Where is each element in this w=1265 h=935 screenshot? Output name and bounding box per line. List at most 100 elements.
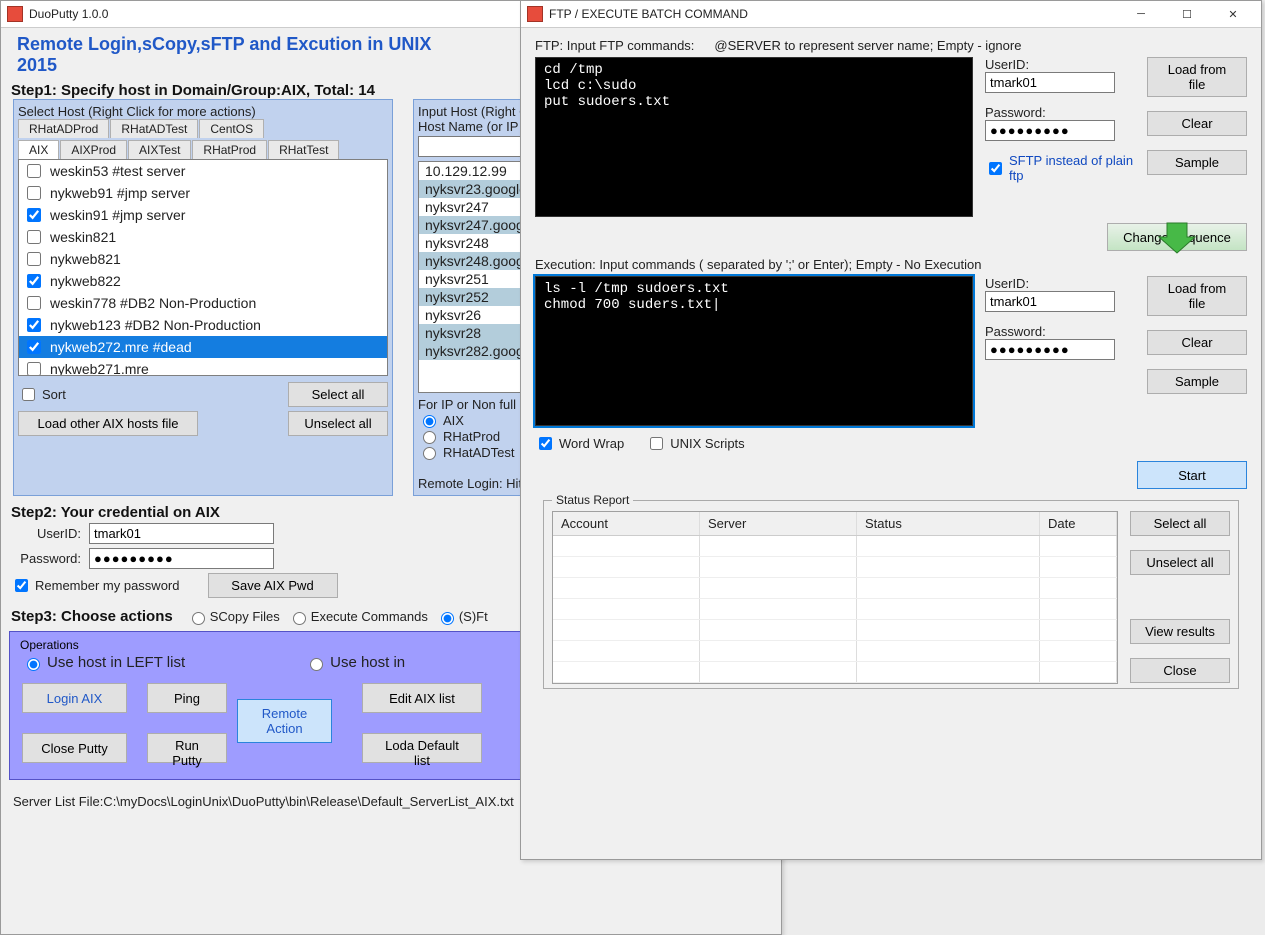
remember-password-checkbox[interactable] <box>15 579 28 592</box>
host-tabs-row2: AIXAIXProdAIXTestRHatProdRHatTest <box>18 140 388 159</box>
radio-rhatprod[interactable] <box>423 431 436 444</box>
host-tab[interactable]: CentOS <box>199 119 264 138</box>
ftp-sample-button[interactable]: Sample <box>1147 150 1247 175</box>
exec-password-input[interactable] <box>985 339 1115 360</box>
host-tab[interactable]: RHatTest <box>268 140 339 159</box>
userid-input[interactable] <box>89 523 274 544</box>
run-putty-button[interactable]: Run Putty <box>147 733 227 763</box>
host-tabs-row1: RHatADProdRHatADTestCentOS <box>18 119 388 138</box>
word-wrap-checkbox[interactable] <box>539 437 552 450</box>
load-other-hosts-button[interactable]: Load other AIX hosts file <box>18 411 198 436</box>
ftp-load-file-button[interactable]: Load from file <box>1147 57 1247 97</box>
exec-userid-input[interactable] <box>985 291 1115 312</box>
host-list-item[interactable]: nykweb91 #jmp server <box>19 182 387 204</box>
sort-checkbox[interactable] <box>22 388 35 401</box>
ftp-password-input[interactable] <box>985 120 1115 141</box>
arrow-down-icon <box>1157 219 1197 255</box>
ftp-textarea[interactable]: cd /tmp lcd c:\sudo put sudoers.txt <box>535 57 973 217</box>
radio-execute[interactable] <box>293 612 306 625</box>
host-checkbox[interactable] <box>27 208 41 222</box>
host-tab[interactable]: AIX <box>18 140 59 159</box>
host-list-item[interactable]: weskin821 <box>19 226 387 248</box>
userid-label: UserID: <box>11 526 81 541</box>
use-left-radio[interactable] <box>27 658 40 671</box>
word-wrap-label[interactable]: Word Wrap <box>535 434 624 453</box>
use-right-radio-label[interactable]: Use host in <box>305 654 405 671</box>
host-tab[interactable]: AIXProd <box>60 140 127 159</box>
select-all-button[interactable]: Select all <box>288 382 388 407</box>
unselect-all-button[interactable]: Unselect all <box>288 411 388 436</box>
app-icon <box>7 6 23 22</box>
col-date: Date <box>1040 512 1117 535</box>
loda-default-list-button[interactable]: Loda Default list <box>362 733 482 763</box>
host-list-item[interactable]: nykweb822 <box>19 270 387 292</box>
ftp-password-label: Password: <box>985 105 1135 120</box>
ftp-clear-button[interactable]: Clear <box>1147 111 1247 136</box>
exec-load-file-button[interactable]: Load from file <box>1147 276 1247 316</box>
host-tab[interactable]: RHatADTest <box>110 119 198 138</box>
close-button[interactable]: Close <box>1130 658 1230 683</box>
close-window-button[interactable]: ✕ <box>1211 3 1255 25</box>
host-checkbox[interactable] <box>27 186 41 200</box>
ftp-batch-window: FTP / EXECUTE BATCH COMMAND ─ ☐ ✕ FTP: I… <box>520 0 1262 860</box>
sftp-checkbox-label[interactable]: SFTP instead of plain ftp <box>985 153 1135 183</box>
close-putty-button[interactable]: Close Putty <box>22 733 127 763</box>
host-list-item[interactable]: nykweb821 <box>19 248 387 270</box>
view-results-button[interactable]: View results <box>1130 619 1230 644</box>
exec-textarea[interactable]: ls -l /tmp sudoers.txt chmod 700 suders.… <box>535 276 973 426</box>
host-checkbox[interactable] <box>27 340 41 354</box>
host-tab[interactable]: AIXTest <box>128 140 191 159</box>
titlebar-ftp: FTP / EXECUTE BATCH COMMAND ─ ☐ ✕ <box>521 1 1261 28</box>
login-aix-button[interactable]: Login AIX <box>22 683 127 713</box>
host-list-item[interactable]: weskin53 #test server <box>19 160 387 182</box>
radio-sftp-label[interactable]: (S)Ft <box>436 609 488 625</box>
radio-scopy[interactable] <box>192 612 205 625</box>
status-grid[interactable]: Account Server Status Date <box>552 511 1118 684</box>
host-tab[interactable]: RHatADProd <box>18 119 109 138</box>
radio-sftp[interactable] <box>441 612 454 625</box>
exec-password-label: Password: <box>985 324 1135 339</box>
radio-scopy-label[interactable]: SCopy Files <box>187 609 280 625</box>
maximize-button[interactable]: ☐ <box>1165 3 1209 25</box>
edit-aix-list-button[interactable]: Edit AIX list <box>362 683 482 713</box>
host-checkbox[interactable] <box>27 252 41 266</box>
unix-scripts-checkbox[interactable] <box>650 437 663 450</box>
host-tab[interactable]: RHatProd <box>192 140 267 159</box>
exec-sample-button[interactable]: Sample <box>1147 369 1247 394</box>
password-input[interactable] <box>89 548 274 569</box>
step3-label: Step3: Choose actions <box>11 608 173 625</box>
title-text-ftp: FTP / EXECUTE BATCH COMMAND <box>549 7 748 21</box>
save-aix-pwd-button[interactable]: Save AIX Pwd <box>208 573 338 598</box>
use-left-radio-label[interactable]: Use host in LEFT list <box>22 654 185 671</box>
ftp-userid-input[interactable] <box>985 72 1115 93</box>
ftp-userid-label: UserID: <box>985 57 1135 72</box>
host-list-item[interactable]: nykweb272.mre #dead <box>19 336 387 358</box>
start-button[interactable]: Start <box>1137 461 1247 489</box>
ping-button[interactable]: Ping <box>147 683 227 713</box>
host-list-item[interactable]: weskin91 #jmp server <box>19 204 387 226</box>
host-checkbox[interactable] <box>27 362 41 376</box>
remember-password-label[interactable]: Remember my password <box>11 576 180 595</box>
sort-checkbox-label[interactable]: Sort <box>18 385 66 404</box>
minimize-button[interactable]: ─ <box>1119 3 1163 25</box>
remote-action-button[interactable]: Remote Action <box>237 699 332 743</box>
status-select-all-button[interactable]: Select all <box>1130 511 1230 536</box>
unix-scripts-label[interactable]: UNIX Scripts <box>646 434 744 453</box>
host-checkbox[interactable] <box>27 230 41 244</box>
host-list-item[interactable]: nykweb271.mre <box>19 358 387 376</box>
radio-rhatadtest[interactable] <box>423 447 436 460</box>
host-list-item[interactable]: nykweb123 #DB2 Non-Production <box>19 314 387 336</box>
status-unselect-all-button[interactable]: Unselect all <box>1130 550 1230 575</box>
use-right-radio[interactable] <box>310 658 323 671</box>
radio-execute-label[interactable]: Execute Commands <box>288 609 428 625</box>
host-listbox[interactable]: weskin53 #test servernykweb91 #jmp serve… <box>18 159 388 376</box>
select-host-panel: Select Host (Right Click for more action… <box>13 99 393 496</box>
host-checkbox[interactable] <box>27 318 41 332</box>
exec-clear-button[interactable]: Clear <box>1147 330 1247 355</box>
radio-aix[interactable] <box>423 415 436 428</box>
host-checkbox[interactable] <box>27 274 41 288</box>
host-checkbox[interactable] <box>27 296 41 310</box>
host-list-item[interactable]: weskin778 #DB2 Non-Production <box>19 292 387 314</box>
sftp-checkbox[interactable] <box>989 162 1002 175</box>
host-checkbox[interactable] <box>27 164 41 178</box>
